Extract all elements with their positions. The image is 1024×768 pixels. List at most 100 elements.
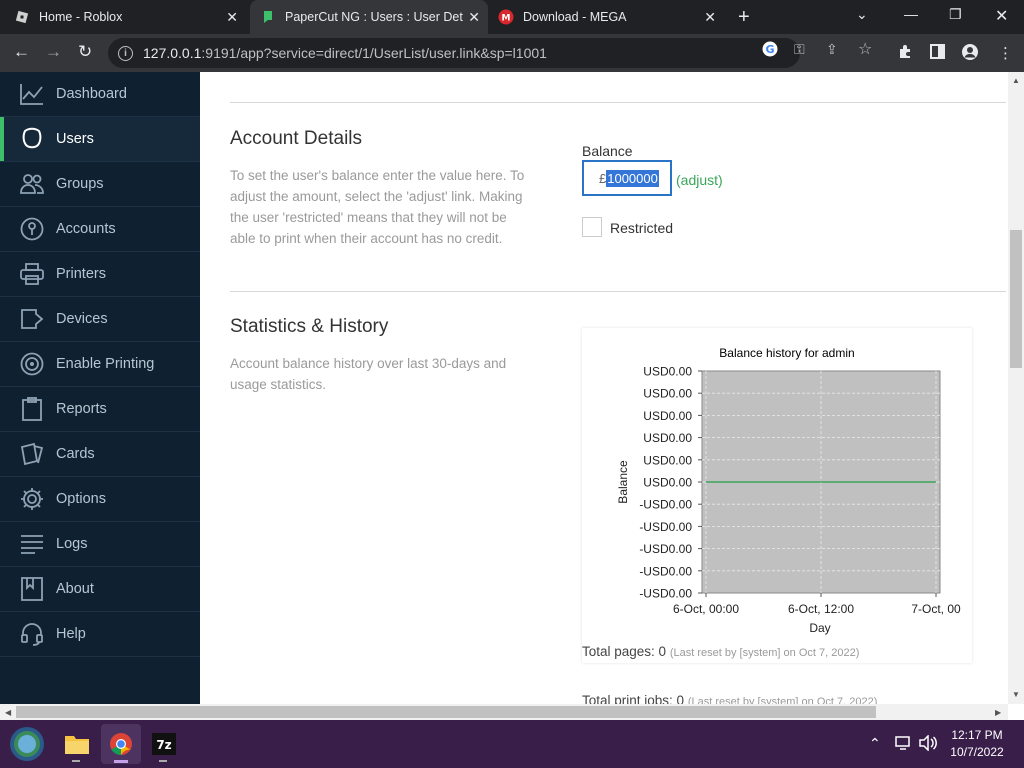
bookmark-icon: [19, 576, 45, 602]
sidebar-item-label: Printers: [56, 266, 106, 282]
volume-icon[interactable]: [919, 734, 937, 754]
sidebar-item-devices[interactable]: Devices: [0, 297, 200, 342]
x-tick-label: 6-Oct, 00:00: [673, 602, 739, 616]
sidebar-item-about[interactable]: About: [0, 567, 200, 612]
sidebar-item-label: Dashboard: [56, 86, 127, 102]
y-axis-label: Balance: [616, 460, 630, 504]
chevron-up-icon[interactable]: ⌃: [869, 735, 881, 752]
clock-time[interactable]: 12:17 PM: [942, 728, 1012, 742]
back-icon[interactable]: ←: [13, 42, 30, 62]
forward-icon[interactable]: →: [45, 42, 62, 62]
tab-title: Home - Roblox: [39, 10, 123, 24]
scroll-right-arrow-icon[interactable]: ▶: [995, 708, 1001, 717]
tab-mega[interactable]: M Download - MEGA ✕: [498, 0, 724, 34]
y-tick-label: -USD0.00: [639, 520, 692, 534]
sidebar-item-dashboard[interactable]: Dashboard: [0, 72, 200, 117]
sidebar-item-label: Accounts: [56, 221, 116, 237]
y-tick-label: USD0.00: [643, 476, 692, 490]
sidebar-item-groups[interactable]: Groups: [0, 162, 200, 207]
network-icon[interactable]: [895, 735, 913, 754]
tab-title: Download - MEGA: [523, 10, 627, 24]
sidebar-item-label: Cards: [56, 446, 95, 462]
adjust-link[interactable]: (adjust): [676, 172, 723, 188]
share-icon[interactable]: ⇪: [826, 41, 838, 58]
sidebar-item-help[interactable]: Help: [0, 612, 200, 657]
close-icon[interactable]: ✕: [704, 9, 716, 26]
roblox-icon: [14, 9, 30, 25]
address-bar[interactable]: i 127.0.0.1:9191/app?service=direct/1/Us…: [108, 38, 800, 68]
sidebar-item-reports[interactable]: Reports: [0, 387, 200, 432]
restricted-checkbox[interactable]: [582, 217, 602, 237]
total-jobs-note: (Last reset by [system] on Oct 7, 2022): [687, 696, 878, 704]
key-icon[interactable]: ⚿: [794, 41, 805, 58]
file-explorer-icon[interactable]: [57, 724, 97, 764]
tab-papercut[interactable]: PaperCut NG : Users : User Detail ✕: [250, 0, 488, 34]
site-info-icon[interactable]: i: [118, 45, 133, 61]
seven-zip-icon[interactable]: 7z: [144, 724, 184, 764]
google-icon[interactable]: G: [762, 41, 778, 60]
balance-input[interactable]: £1000000: [582, 160, 672, 196]
close-icon[interactable]: ✕: [226, 9, 238, 26]
mega-icon: M: [498, 9, 514, 25]
minimize-icon[interactable]: —: [904, 6, 918, 22]
extensions-icon[interactable]: [898, 44, 913, 63]
x-tick-label: 6-Oct, 12:00: [788, 602, 854, 616]
y-tick-label: USD0.00: [643, 453, 692, 467]
vertical-scroll-thumb[interactable]: [1010, 230, 1022, 368]
y-tick-label: USD0.00: [643, 387, 692, 401]
horizontal-scroll-thumb[interactable]: [16, 706, 876, 718]
total-jobs-label: Total print jobs: 0: [582, 693, 685, 704]
account-details-description: To set the user's balance enter the valu…: [230, 168, 525, 246]
y-tick-label: USD0.00: [643, 409, 692, 423]
new-tab-plus-icon[interactable]: +: [738, 6, 750, 29]
user-icon: [19, 126, 45, 152]
menu-dots-icon[interactable]: ⋮: [998, 44, 1013, 62]
vertical-scrollbar[interactable]: [1008, 72, 1024, 704]
headset-icon: [19, 621, 45, 647]
sidebar-item-accounts[interactable]: Accounts: [0, 207, 200, 252]
sidebar-item-label: About: [56, 581, 94, 597]
url-text[interactable]: 127.0.0.1:9191/app?service=direct/1/User…: [143, 45, 547, 61]
running-indicator: [72, 760, 80, 762]
browser-tab-strip: Home - Roblox ✕ PaperCut NG : Users : Us…: [0, 0, 1024, 34]
scroll-up-arrow-icon[interactable]: ▲: [1012, 76, 1020, 85]
scroll-left-arrow-icon[interactable]: ◀: [5, 708, 11, 717]
clock-date[interactable]: 10/7/2022: [942, 745, 1012, 759]
chart-line-icon: [19, 81, 45, 107]
y-tick-label: -USD0.00: [639, 498, 692, 512]
restricted-label: Restricted: [610, 220, 674, 236]
restore-icon[interactable]: ❐: [949, 6, 962, 23]
side-panel-icon[interactable]: [930, 44, 945, 63]
sidebar-item-label: Devices: [56, 311, 108, 327]
total-print-jobs: Total print jobs: 0 (Last reset by [syst…: [582, 693, 877, 704]
sidebar-item-options[interactable]: Options: [0, 477, 200, 522]
chrome-icon[interactable]: [101, 724, 141, 764]
sidebar-item-label: Reports: [56, 401, 107, 417]
sidebar-item-cards[interactable]: Cards: [0, 432, 200, 477]
sidebar-item-label: Options: [56, 491, 106, 507]
y-tick-label: -USD0.00: [639, 542, 692, 556]
tab-roblox[interactable]: Home - Roblox ✕: [14, 0, 246, 34]
browser-toolbar: ← → ↻ i 127.0.0.1:9191/app?service=direc…: [0, 34, 1024, 72]
close-icon[interactable]: ✕: [468, 9, 480, 26]
device-icon: [19, 306, 45, 332]
active-indicator: [114, 760, 128, 763]
sidebar-item-printers[interactable]: Printers: [0, 252, 200, 297]
y-tick-label: -USD0.00: [639, 587, 692, 601]
sidebar-item-users[interactable]: Users: [0, 117, 200, 162]
sidebar-item-enable-printing[interactable]: Enable Printing: [0, 342, 200, 387]
sidebar-item-logs[interactable]: Logs: [0, 522, 200, 567]
start-button-icon[interactable]: [7, 724, 47, 764]
chevron-down-icon[interactable]: ⌄: [856, 6, 868, 23]
profile-icon[interactable]: [962, 44, 978, 64]
reload-icon[interactable]: ↻: [78, 42, 92, 62]
sidebar-item-label: Groups: [56, 176, 104, 192]
bookmark-star-icon[interactable]: ☆: [858, 39, 872, 59]
printer-icon: [19, 261, 45, 287]
y-tick-label: USD0.00: [643, 431, 692, 445]
svg-text:M: M: [502, 14, 511, 24]
scroll-down-arrow-icon[interactable]: ▼: [1012, 690, 1020, 699]
close-window-icon[interactable]: ✕: [995, 6, 1008, 26]
logs-icon: [19, 531, 45, 557]
y-tick-label: -USD0.00: [639, 564, 692, 578]
